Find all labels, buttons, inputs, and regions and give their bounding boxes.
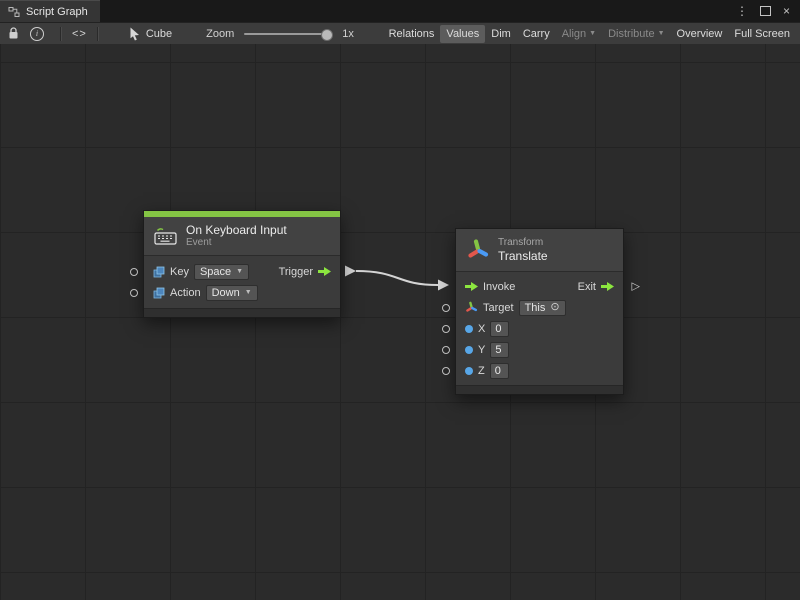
x-input-port[interactable]	[442, 325, 450, 333]
zoom-label: Zoom	[206, 28, 234, 40]
invoke-exit-row: Invoke Exit ▷	[456, 276, 623, 297]
tab-script-graph[interactable]: Script Graph	[0, 0, 100, 22]
zoom-slider[interactable]	[244, 33, 330, 35]
target-row: Target This ⊙	[456, 297, 623, 318]
action-label: Action	[170, 287, 201, 299]
carry-button[interactable]: Carry	[517, 25, 556, 43]
zoom-value: 1x	[342, 28, 354, 40]
connection-wire[interactable]	[356, 271, 438, 285]
action-row: Action Down ▼	[144, 282, 340, 303]
z-input-port[interactable]	[442, 367, 450, 375]
invoke-label: Invoke	[483, 281, 515, 293]
trigger-output-port[interactable]	[345, 266, 356, 277]
key-dropdown[interactable]: Space ▼	[194, 264, 249, 280]
object-picker-icon: ⊙	[550, 302, 559, 313]
chevron-down-icon: ▼	[658, 30, 665, 37]
target-object-chip[interactable]: This ⊙	[519, 300, 566, 316]
y-label: Y	[478, 344, 485, 356]
value-type-icon	[153, 287, 165, 299]
distribute-button: Distribute ▼	[602, 25, 670, 43]
align-button: Align ▼	[556, 25, 602, 43]
zoom-slider-knob[interactable]	[321, 29, 333, 41]
window-titlebar: Script Graph ⋮ ×	[0, 0, 800, 22]
selection-cursor-icon	[129, 27, 141, 41]
tab-title: Script Graph	[26, 6, 88, 18]
flow-arrow-icon	[601, 282, 614, 291]
value-type-icon	[153, 266, 165, 278]
transform-icon	[466, 238, 490, 262]
z-label: Z	[478, 365, 485, 377]
target-input-port[interactable]	[442, 304, 450, 312]
toolbar-button-group: Relations Values Dim Carry Align ▼ Distr…	[383, 25, 796, 43]
keyboard-node-header[interactable]: On Keyboard Input Event	[144, 217, 340, 256]
dim-button[interactable]: Dim	[485, 25, 517, 43]
fullscreen-button[interactable]: Full Screen	[728, 25, 796, 43]
action-input-port[interactable]	[130, 289, 138, 297]
key-row: Key Space ▼ Trigger	[144, 261, 340, 282]
graph-toolbar: i <> Cube Zoom 1x Relations Values Dim C…	[0, 22, 800, 45]
flow-arrow-icon	[465, 282, 478, 291]
y-input-port[interactable]	[442, 346, 450, 354]
relations-button[interactable]: Relations	[383, 25, 441, 43]
value-port-dot	[465, 346, 473, 354]
x-row: X 0	[456, 318, 623, 339]
exit-output-port[interactable]: ▷	[632, 281, 640, 292]
value-port-dot	[465, 367, 473, 375]
window-controls: ⋮ ×	[726, 0, 800, 22]
exit-label: Exit	[578, 281, 596, 293]
values-button[interactable]: Values	[440, 25, 485, 43]
code-view-icon[interactable]: <>	[72, 28, 87, 40]
toolbar-separator	[97, 27, 99, 41]
maximize-icon[interactable]	[760, 6, 771, 16]
transform-translate-node[interactable]: Transform Translate Invoke Exit ▷	[455, 228, 624, 395]
lock-icon[interactable]	[8, 27, 19, 40]
chevron-down-icon: ▼	[245, 289, 252, 296]
close-icon[interactable]: ×	[783, 5, 790, 17]
graph-canvas[interactable]: On Keyboard Input Event Key Space ▼ Trig…	[0, 44, 800, 600]
on-keyboard-input-node[interactable]: On Keyboard Input Event Key Space ▼ Trig…	[143, 210, 341, 318]
x-value-field[interactable]: 0	[490, 321, 509, 337]
value-port-dot	[465, 325, 473, 333]
x-label: X	[478, 323, 485, 335]
toolbar-separator	[60, 27, 62, 41]
connection-arrowhead	[438, 280, 449, 291]
chevron-down-icon: ▼	[236, 268, 243, 275]
script-graph-icon	[8, 6, 20, 18]
trigger-label: Trigger	[279, 266, 313, 278]
z-value-field[interactable]: 0	[490, 363, 509, 379]
target-label: Target	[483, 302, 514, 314]
info-icon[interactable]: i	[30, 27, 44, 41]
flow-arrow-icon	[318, 267, 331, 276]
node-footer	[144, 308, 340, 317]
node-category: Transform	[498, 237, 548, 249]
window-menu-icon[interactable]: ⋮	[736, 5, 748, 17]
key-label: Key	[170, 266, 189, 278]
chevron-down-icon: ▼	[589, 30, 596, 37]
y-value-field[interactable]: 5	[490, 342, 509, 358]
z-row: Z 0	[456, 360, 623, 381]
transform-mini-icon	[465, 301, 478, 314]
overview-button[interactable]: Overview	[671, 25, 729, 43]
node-title: On Keyboard Input	[186, 223, 287, 237]
y-row: Y 5	[456, 339, 623, 360]
connection-layer	[0, 44, 800, 600]
key-input-port[interactable]	[130, 268, 138, 276]
keyboard-icon	[154, 227, 178, 245]
node-subtitle: Event	[186, 237, 287, 249]
node-footer	[456, 385, 623, 394]
action-dropdown[interactable]: Down ▼	[206, 285, 258, 301]
translate-node-header[interactable]: Transform Translate	[456, 229, 623, 272]
graph-target-name[interactable]: Cube	[146, 28, 172, 40]
node-title: Translate	[498, 249, 548, 263]
